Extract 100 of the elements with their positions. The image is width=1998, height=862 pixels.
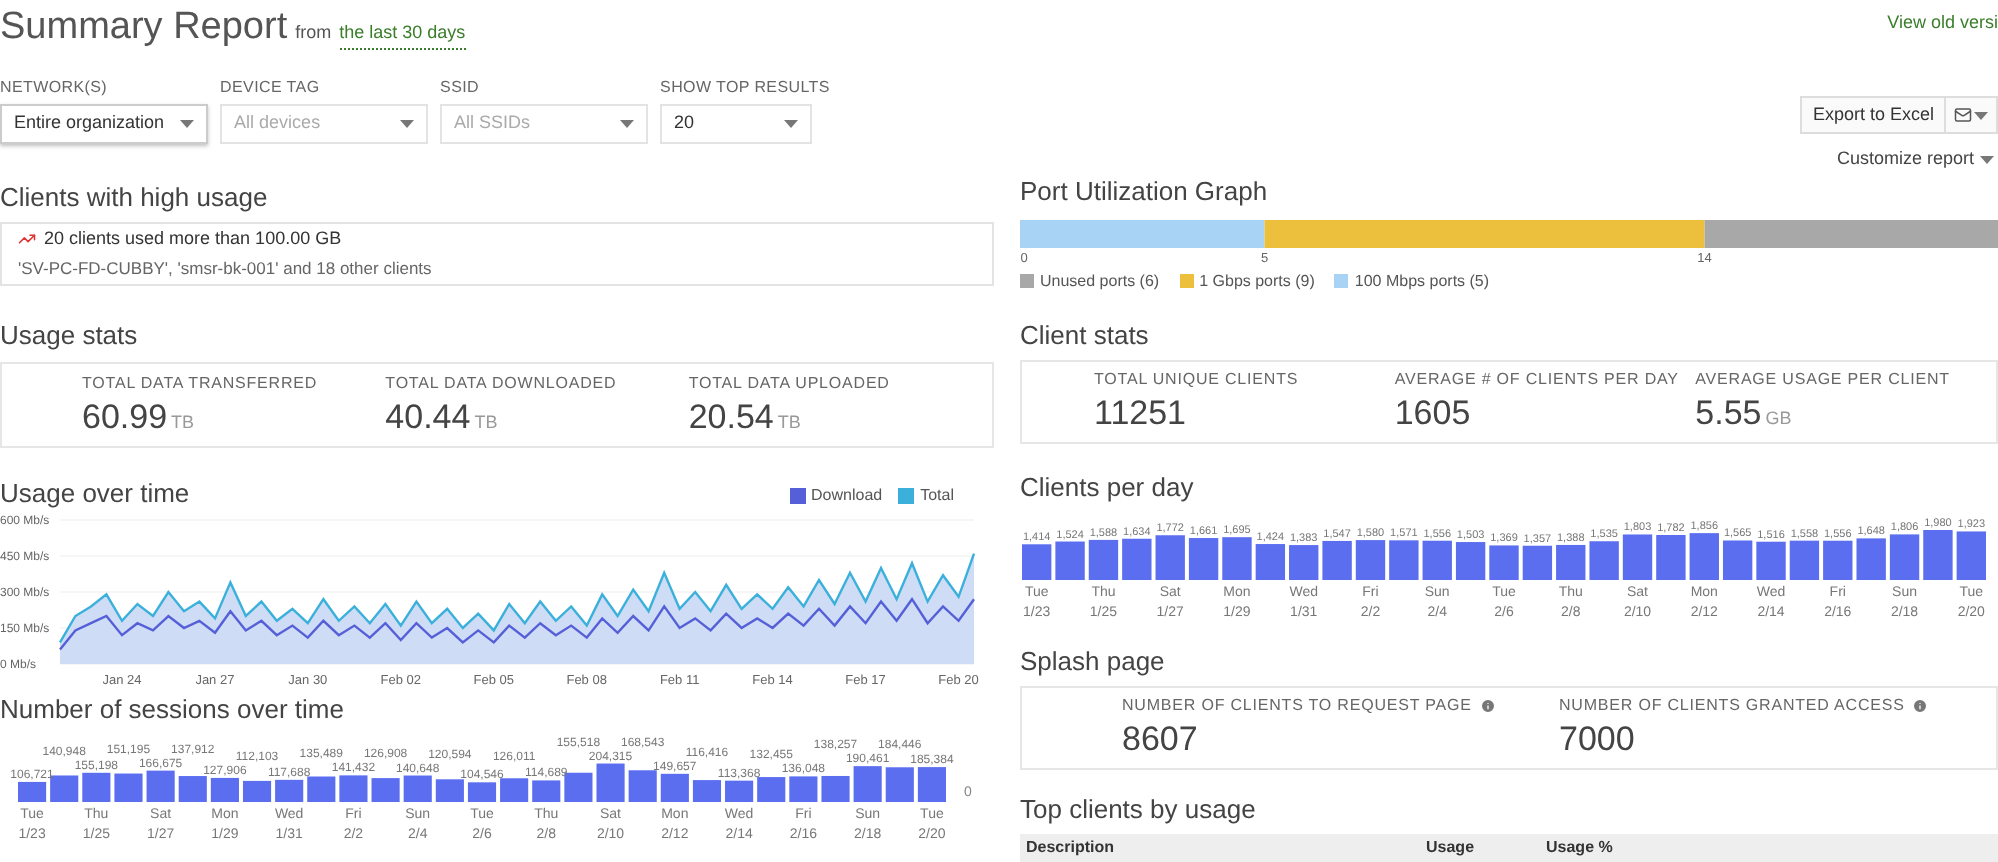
column-header[interactable]: Description [1026, 835, 1426, 859]
bar [1789, 539, 1820, 579]
section-title: Usage over time [0, 480, 190, 506]
bar [532, 780, 561, 802]
bar [1255, 543, 1286, 579]
section-title: Client stats [1020, 321, 1151, 347]
bar [114, 773, 143, 802]
bar [18, 781, 47, 802]
legend-swatch [789, 488, 806, 504]
bar [789, 776, 818, 802]
mail-icon [1954, 106, 1972, 124]
legend-label: 1 Gbps ports (9) [1199, 269, 1315, 293]
bar [1656, 534, 1686, 579]
export-button[interactable]: Export to Excel [1800, 96, 1946, 134]
bar [1923, 529, 1953, 579]
bar [1889, 533, 1920, 579]
stat-value: 5.55 [1695, 391, 1762, 435]
legend-swatch [1020, 274, 1034, 288]
bar [1022, 543, 1052, 579]
bar [307, 776, 336, 802]
bar [1188, 537, 1219, 579]
stat-unit: TB [474, 409, 498, 436]
bar [1055, 540, 1085, 579]
stat-label: TOTAL DATA UPLOADED [688, 371, 890, 396]
bar [403, 775, 432, 802]
bar [1222, 536, 1252, 579]
filter-label: SHOW TOP RESULTS [660, 76, 830, 100]
bar [628, 770, 657, 802]
filter-label: DEVICE TAG [220, 76, 322, 100]
bar [1088, 538, 1119, 579]
bar [1522, 544, 1553, 579]
section-title: Port Utilization Graph [1020, 177, 1270, 203]
bar [1422, 539, 1452, 579]
bar [821, 775, 850, 802]
bar [339, 775, 368, 802]
bar [82, 772, 111, 802]
bar [1856, 537, 1886, 579]
email-button[interactable] [1946, 96, 1998, 134]
stat-label: AVERAGE # OF CLIENTS PER DAY [1394, 367, 1679, 392]
bar [242, 780, 272, 802]
stat-label: NUMBER OF CLIENTS TO REQUEST PAGE [1122, 693, 1472, 718]
bar [178, 776, 207, 802]
bar [1722, 539, 1753, 579]
legend-label: Unused ports (6) [1040, 269, 1160, 293]
bar [757, 777, 786, 802]
info-icon[interactable] [1479, 697, 1496, 714]
bar [1589, 540, 1619, 579]
view-old-version-link[interactable]: View old versi [1887, 10, 1998, 40]
bar [1489, 544, 1519, 579]
column-header[interactable]: Usage % [1546, 835, 1666, 859]
bar [1756, 540, 1786, 579]
bar [275, 779, 304, 802]
column-header[interactable]: Usage [1426, 835, 1546, 859]
bar [596, 763, 625, 802]
stat-label: TOTAL UNIQUE CLIENTS [1094, 367, 1299, 392]
bar [467, 782, 497, 802]
section-title: Number of sessions over time [0, 696, 346, 722]
stat-label: TOTAL DATA DOWNLOADED [385, 371, 617, 396]
caret-icon [1974, 111, 1988, 119]
page-title: Summary Report [0, 8, 288, 46]
filter-select[interactable]: 20 [660, 104, 813, 144]
alert-headline: 20 clients used more than 100.00 GB [44, 225, 342, 252]
bar [1389, 539, 1419, 579]
filter-select[interactable]: Entire organization [0, 104, 209, 144]
legend-swatch [1334, 274, 1349, 288]
bar [1455, 541, 1486, 579]
bar [1956, 530, 1986, 579]
bar [1556, 543, 1586, 579]
stat-label: AVERAGE USAGE PER CLIENT [1695, 367, 1950, 392]
from-label: from [295, 20, 332, 46]
info-icon[interactable] [1912, 697, 1929, 714]
stat-label: TOTAL DATA TRANSFERRED [82, 371, 318, 396]
bar [50, 775, 79, 802]
stat-value: 8607 [1122, 717, 1198, 761]
legend-swatch [898, 488, 915, 504]
stat-value: 60.99 [82, 395, 168, 439]
stat-unit: TB [171, 409, 195, 436]
section-title: Top clients by usage [1020, 795, 1258, 821]
section-title: Usage stats [0, 322, 140, 348]
caret-icon [620, 120, 635, 128]
customize-report-link[interactable]: Customize report [1836, 146, 1974, 173]
stat-value: 11251 [1094, 391, 1187, 435]
stat-value: 7000 [1559, 717, 1635, 761]
bar [660, 773, 689, 802]
period-link[interactable]: the last 30 days [339, 20, 466, 49]
stat-value: 20.54 [688, 395, 774, 439]
caret-icon [180, 120, 195, 128]
bar [725, 780, 754, 802]
stat-unit: TB [777, 409, 801, 436]
legend-label: Total [920, 484, 954, 508]
alert-details: 'SV-PC-FD-CUBBY', 'smsr-bk-001' and 18 other clients [18, 256, 434, 283]
filter-label: SSID [440, 76, 482, 100]
stat-value: 40.44 [385, 395, 471, 439]
bar [371, 778, 400, 802]
bar [1122, 537, 1152, 579]
legend-swatch [1179, 274, 1194, 288]
bar [692, 780, 722, 802]
bar [917, 767, 946, 802]
filter-label: NETWORK(S) [0, 76, 110, 100]
bar [853, 766, 882, 802]
